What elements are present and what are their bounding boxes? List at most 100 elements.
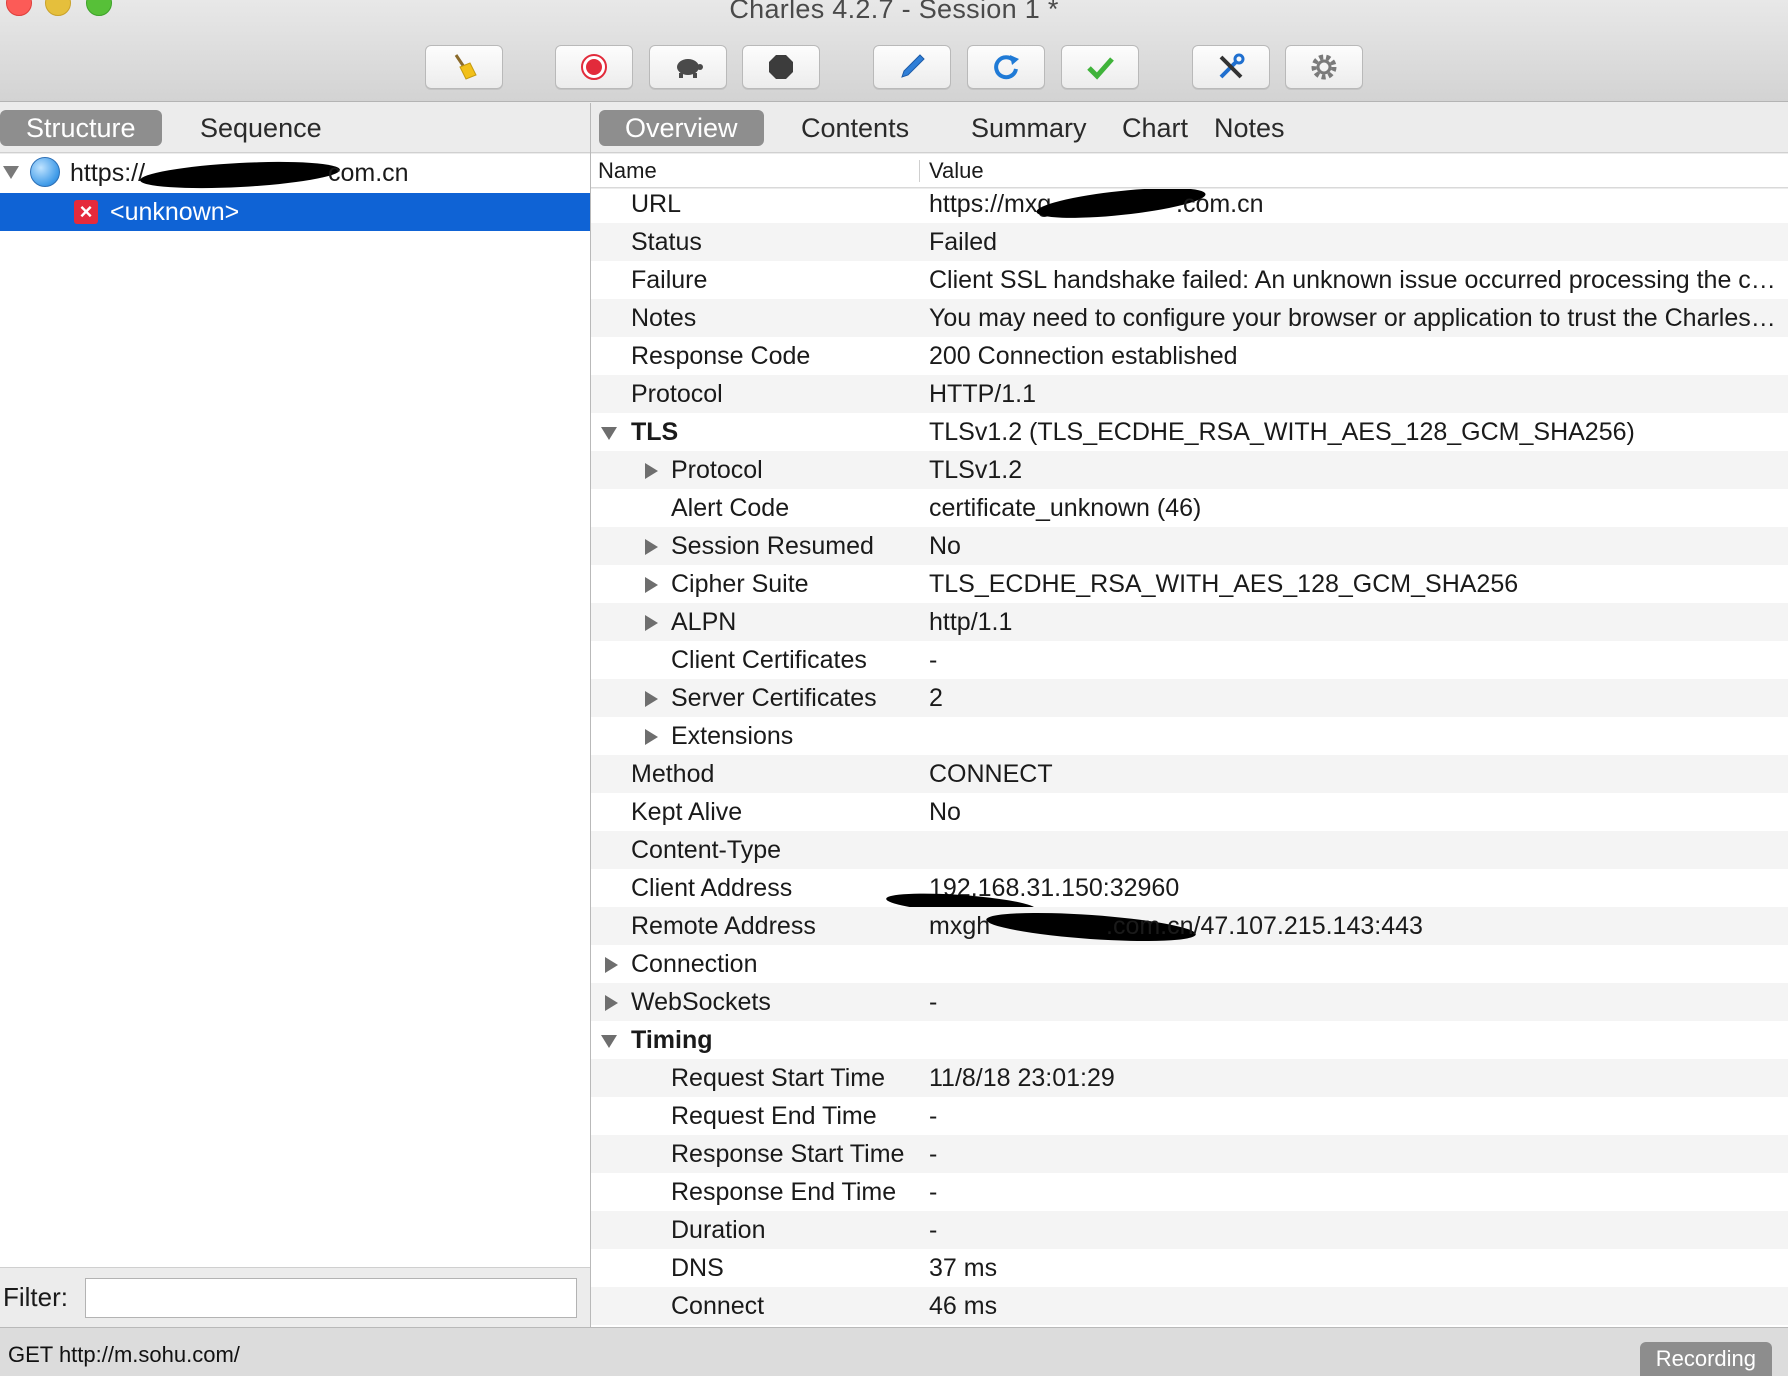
compose-button[interactable]: [873, 45, 951, 89]
status-text: GET http://m.sohu.com/: [8, 1342, 240, 1367]
window-title: Charles 4.2.7 - Session 1 *: [729, 0, 1059, 24]
table-row[interactable]: Response Code 200 Connection established: [591, 337, 1788, 375]
row-name: URL: [631, 190, 682, 218]
tab-overview[interactable]: Overview: [599, 110, 764, 146]
table-row[interactable]: Connection: [591, 945, 1788, 983]
disclosure-triangle-icon[interactable]: [3, 166, 19, 179]
table-row[interactable]: Protocol TLSv1.2: [591, 451, 1788, 489]
disclosure-expanded-icon[interactable]: [601, 427, 617, 440]
tree-item-host[interactable]: https:// com.cn: [0, 154, 590, 193]
table-row[interactable]: Content-Type: [591, 831, 1788, 869]
structure-tree: https:// com.cn × <unknown>: [0, 154, 590, 1267]
table-row[interactable]: Kept Alive No: [591, 793, 1788, 831]
repeat-button[interactable]: [967, 45, 1045, 89]
row-value: 37 ms: [929, 1254, 998, 1282]
disclosure-collapsed-icon[interactable]: [645, 539, 658, 555]
tree-item-unknown[interactable]: × <unknown>: [0, 193, 590, 231]
table-row[interactable]: Connect 46 ms: [591, 1287, 1788, 1325]
validate-button[interactable]: [1061, 45, 1139, 89]
tree-item-label: <unknown>: [110, 198, 240, 226]
table-row[interactable]: Cipher Suite TLS_ECDHE_RSA_WITH_AES_128_G…: [591, 565, 1788, 603]
filter-label: Filter:: [3, 1282, 68, 1312]
table-row[interactable]: Server Certificates 2: [591, 679, 1788, 717]
table-row[interactable]: Request End Time -: [591, 1097, 1788, 1135]
row-name: Client Certificates: [671, 646, 867, 674]
table-row[interactable]: Method CONNECT: [591, 755, 1788, 793]
table-row[interactable]: Notes You may need to configure your brow…: [591, 299, 1788, 337]
disclosure-collapsed-icon[interactable]: [645, 463, 658, 479]
table-row[interactable]: Response End Time -: [591, 1173, 1788, 1211]
disclosure-collapsed-icon[interactable]: [645, 729, 658, 745]
table-row[interactable]: Failure Client SSL handshake failed: An u…: [591, 261, 1788, 299]
tab-contents[interactable]: Contents: [775, 110, 935, 146]
table-row[interactable]: Protocol HTTP/1.1: [591, 375, 1788, 413]
row-value: -: [929, 988, 938, 1016]
disclosure-collapsed-icon[interactable]: [605, 957, 618, 973]
overview-table: URL https://mxg .com.cn Status Failed Failure…: [591, 189, 1788, 1327]
table-row[interactable]: Extensions: [591, 717, 1788, 755]
recording-indicator[interactable]: Recording: [1639, 1342, 1772, 1376]
table-row[interactable]: Request Start Time 11/8/18 23:01:29: [591, 1059, 1788, 1097]
table-row[interactable]: Remote Address mxgh .com.cn/47.107.215.143…: [591, 907, 1788, 947]
row-name: Remote Address: [631, 912, 816, 940]
row-name: TLS: [631, 418, 679, 446]
check-icon: [1087, 57, 1114, 80]
breakpoints-button[interactable]: [742, 45, 820, 89]
disclosure-expanded-icon[interactable]: [601, 1035, 617, 1048]
disclosure-collapsed-icon[interactable]: [645, 615, 658, 631]
table-row[interactable]: URL https://mxg .com.cn: [591, 189, 1788, 224]
left-tab-bar: Structure Sequence: [0, 103, 590, 153]
table-row[interactable]: Client Certificates -: [591, 641, 1788, 679]
record-button[interactable]: [555, 45, 633, 89]
table-row[interactable]: Timing: [591, 1021, 1788, 1059]
row-value: CONNECT: [929, 760, 1053, 788]
row-name: Connection: [631, 950, 758, 978]
table-row[interactable]: TLS TLSv1.2 (TLS_ECDHE_RSA_WITH_AES_128_G…: [591, 413, 1788, 451]
gear-icon: [1311, 54, 1337, 80]
row-name: WebSockets: [631, 988, 771, 1016]
row-value: -: [929, 1140, 938, 1168]
turtle-icon: [677, 59, 703, 78]
row-value: certificate_unknown (46): [929, 494, 1202, 522]
row-value: -: [929, 1102, 938, 1130]
globe-icon: [30, 157, 60, 187]
row-name: Response Code: [631, 342, 811, 370]
row-name: Method: [631, 760, 715, 788]
row-name: Session Resumed: [671, 532, 874, 560]
tab-notes[interactable]: Notes: [1188, 110, 1311, 146]
tools-button[interactable]: [1192, 45, 1270, 89]
table-row[interactable]: Duration -: [591, 1211, 1788, 1249]
table-row[interactable]: DNS 37 ms: [591, 1249, 1788, 1287]
row-name: Cipher Suite: [671, 570, 809, 598]
tab-summary[interactable]: Summary: [945, 110, 1113, 146]
tab-structure[interactable]: Structure: [0, 110, 162, 146]
filter-input[interactable]: [85, 1278, 577, 1318]
table-row[interactable]: Alert Code certificate_unknown (46): [591, 489, 1788, 527]
disclosure-collapsed-icon[interactable]: [645, 577, 658, 593]
record-icon: [581, 54, 607, 80]
disclosure-collapsed-icon[interactable]: [645, 691, 658, 707]
row-name: Protocol: [631, 380, 723, 408]
column-header-name[interactable]: Name: [598, 154, 657, 188]
column-header-value[interactable]: Value: [929, 154, 984, 188]
table-row[interactable]: Client Address 192.168.31.150:32960: [591, 869, 1788, 919]
host-label-start: https://: [70, 159, 146, 187]
clear-session-button[interactable]: [425, 45, 503, 89]
settings-button[interactable]: [1285, 45, 1363, 89]
tab-sequence[interactable]: Sequence: [174, 110, 348, 146]
table-row[interactable]: Session Resumed No: [591, 527, 1788, 565]
row-name: Response Start Time: [671, 1140, 905, 1168]
throttle-button[interactable]: [649, 45, 727, 89]
host-label-end: com.cn: [328, 159, 409, 187]
row-value: http/1.1: [929, 608, 1013, 636]
row-name: Extensions: [671, 722, 794, 750]
table-row[interactable]: ALPN http/1.1: [591, 603, 1788, 641]
column-separator[interactable]: [919, 160, 920, 182]
table-row[interactable]: Status Failed: [591, 223, 1788, 261]
disclosure-collapsed-icon[interactable]: [605, 995, 618, 1011]
filter-bar: Filter:: [0, 1267, 590, 1327]
table-row[interactable]: Response Start Time -: [591, 1135, 1788, 1173]
row-value: TLS_ECDHE_RSA_WITH_AES_128_GCM_SHA256: [929, 570, 1519, 598]
table-header: Name Value: [591, 154, 1788, 188]
table-row[interactable]: WebSockets -: [591, 983, 1788, 1021]
